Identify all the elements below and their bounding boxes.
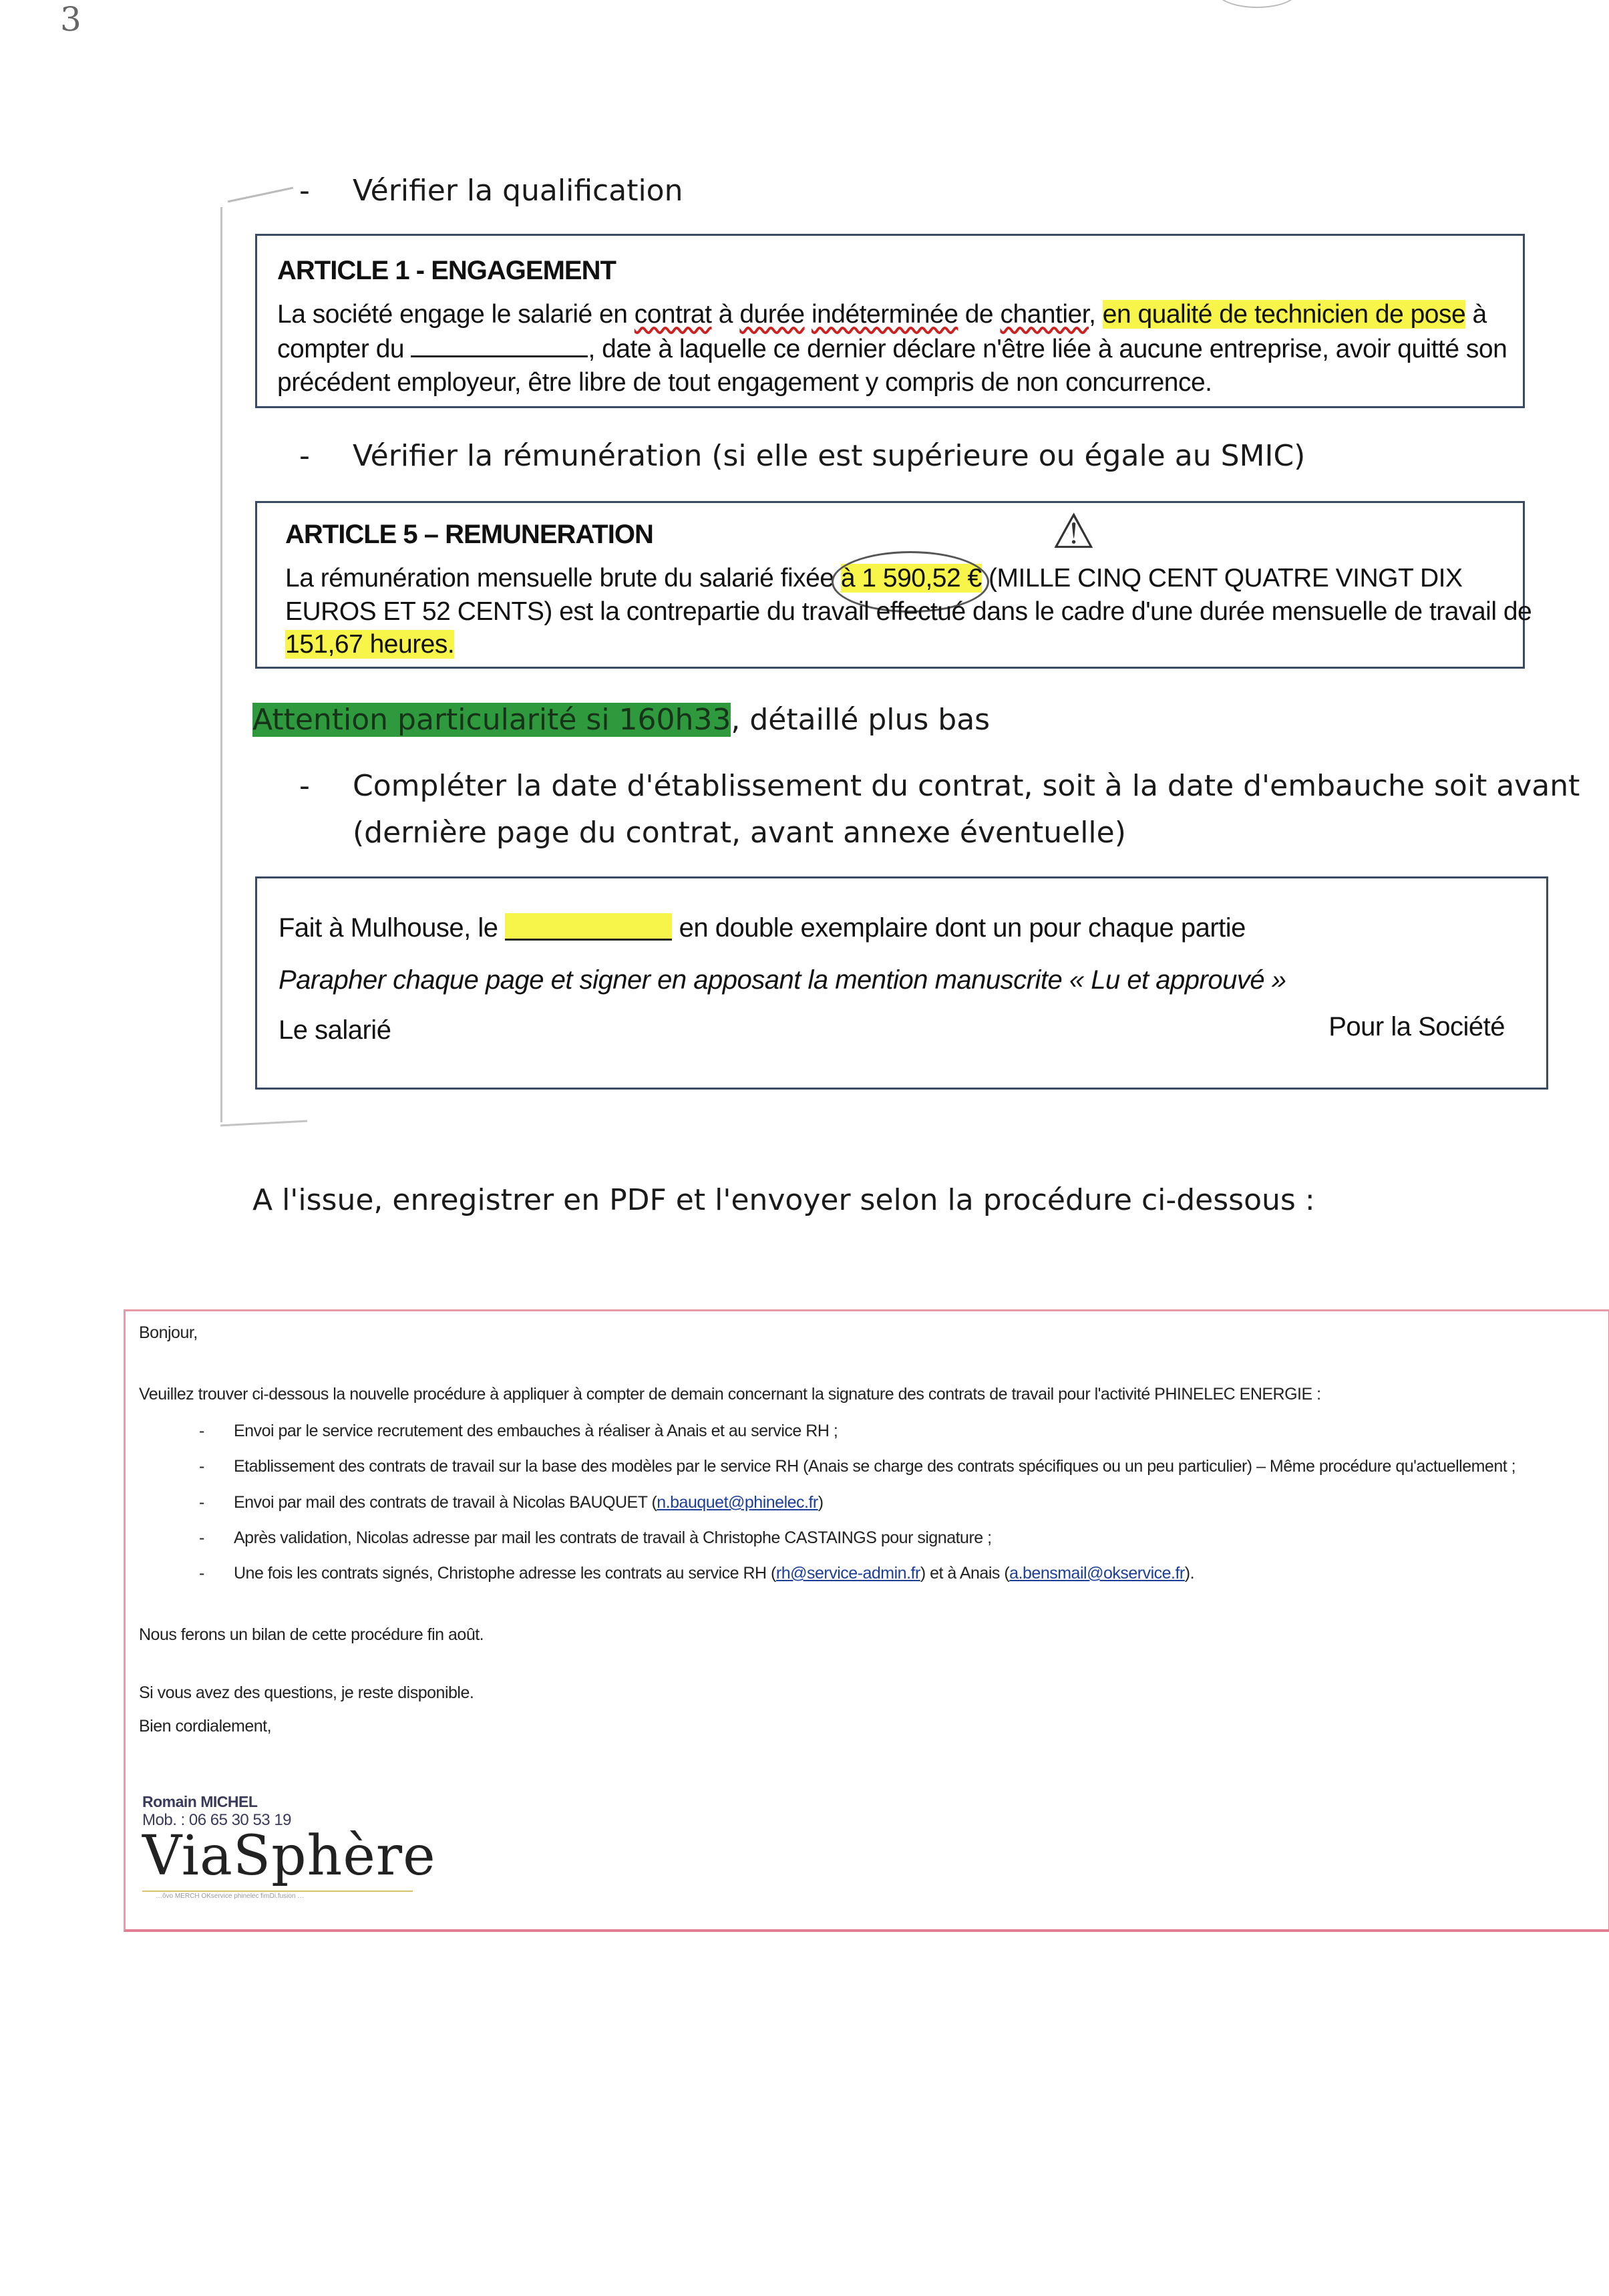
hours-highlight: 151,67 heures. <box>285 630 455 659</box>
email-bilan: Nous ferons un bilan de cette procédure … <box>139 1625 484 1644</box>
job-title-highlight: en qualité de technicien de pose <box>1102 300 1466 329</box>
hand-drawn-bracket <box>200 186 307 1136</box>
bullet-verify-qualification: - Vérifier la qualification <box>299 169 1301 213</box>
attention-highlight: Attention particularité si 160h33 <box>252 703 731 737</box>
logo-tagline: …ôvo MERCH OKservice phinelec fimDi.fusi… <box>156 1893 305 1900</box>
article-1-line-2: compter du , date à laquelle ce dernier … <box>277 335 1507 363</box>
email-greeting: Bonjour, <box>139 1323 198 1342</box>
bullet-text-line-2: (dernière page du contrat, avant annexe … <box>353 816 1126 850</box>
scan-arc-mark <box>1216 0 1298 8</box>
bullet-text: Vérifier la qualification <box>353 174 683 208</box>
email-link-nbauquet[interactable]: n.bauquet@phinelec.fr <box>657 1493 818 1512</box>
article-1-line-3: précédent employeur, être libre de tout … <box>277 368 1212 397</box>
start-date-blank <box>411 355 588 357</box>
article-1-line-1: La société engage le salarié en contrat … <box>277 300 1487 329</box>
bullet-dash: - <box>299 174 310 208</box>
article-5-line-2: EUROS ET 52 CENTS) est la contrepartie d… <box>285 597 1532 626</box>
email-closing: Bien cordialement, <box>139 1717 272 1736</box>
bullet-dash: - <box>299 769 310 803</box>
bullet-dash: - <box>299 439 310 473</box>
email-questions: Si vous avez des questions, je reste dis… <box>139 1683 474 1702</box>
instruction-text: A l'issue, enregistrer en PDF et l'envoy… <box>252 1183 1315 1217</box>
signature-line-2: Parapher chaque page et signer en apposa… <box>279 965 1286 995</box>
warning-icon: ⚠ <box>1052 503 1095 559</box>
viasphere-logo: ViaSphère <box>142 1824 436 1888</box>
email-screenshot: Bonjour, Veuillez trouver ci-dessous la … <box>124 1309 1609 1932</box>
article-1-title: ARTICLE 1 - ENGAGEMENT <box>277 256 616 285</box>
bullet-text: Vérifier la rémunération (si elle est su… <box>353 439 1306 473</box>
company-label: Pour la Société <box>1328 1012 1505 1041</box>
bullet-text-line-1: Compléter la date d'établissement du con… <box>353 769 1580 803</box>
email-link-abensmail[interactable]: a.bensmail@okservice.fr <box>1009 1564 1185 1583</box>
article-5-line-3: 151,67 heures. <box>285 630 455 659</box>
employee-label: Le salarié <box>279 1015 391 1045</box>
logo-underline <box>142 1891 413 1892</box>
article-5-title: ARTICLE 5 – REMUNERATION <box>285 520 654 549</box>
email-link-rh[interactable]: rh@service-admin.fr <box>776 1564 920 1583</box>
attention-line: Attention particularité si 160h33, détai… <box>252 703 991 737</box>
bullet-complete-date: - Compléter la date d'établissement du c… <box>299 764 1580 858</box>
sender-name: Romain MICHEL <box>142 1793 258 1810</box>
signature-box: Fait à Mulhouse, le en double exemplaire… <box>255 876 1548 1090</box>
article-5-box: ARTICLE 5 – REMUNERATION ⚠ La rémunérati… <box>255 501 1532 669</box>
bullet-verify-remuneration: - Vérifier la rémunération (si elle est … <box>299 434 1501 478</box>
page-number-mark: 3 <box>60 0 81 39</box>
date-blank-highlight <box>505 913 673 941</box>
article-1-box: ARTICLE 1 - ENGAGEMENT La société engage… <box>255 234 1525 408</box>
signature-line-1: Fait à Mulhouse, le en double exemplaire… <box>279 913 1246 943</box>
email-intro: Veuillez trouver ci-dessous la nouvelle … <box>139 1385 1321 1404</box>
